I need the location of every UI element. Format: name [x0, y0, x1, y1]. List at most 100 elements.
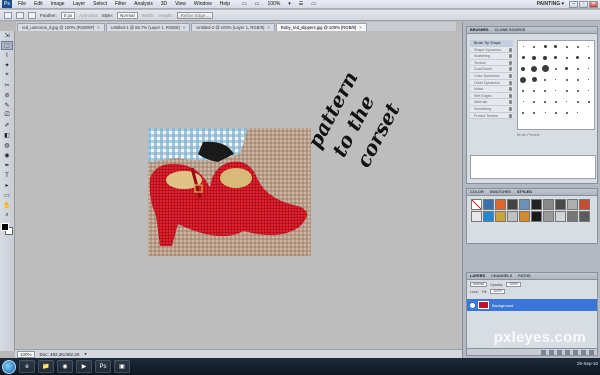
menu-help[interactable]: Help — [216, 0, 234, 9]
tab-paths[interactable]: PATHS — [518, 274, 530, 278]
dodge-tool-icon[interactable]: ◉ — [1, 151, 13, 160]
brush-setting-item[interactable]: Brush Tip Shape — [470, 40, 513, 47]
start-button[interactable] — [2, 359, 16, 374]
layer-style-icon[interactable] — [549, 349, 554, 355]
style-swatch[interactable] — [495, 199, 506, 210]
brush-tip-preset[interactable] — [565, 111, 568, 114]
close-icon[interactable]: × — [359, 25, 361, 30]
tab-channels[interactable]: CHANNELS — [491, 274, 512, 278]
clone-stamp-tool-icon[interactable]: ⎚ — [1, 111, 13, 120]
style-swatch[interactable] — [567, 199, 578, 210]
workspace-switcher[interactable]: PAINTING ▾ — [537, 0, 564, 9]
brush-tip-preset[interactable] — [576, 100, 579, 103]
launch-bridge-icon[interactable]: ▭ — [238, 0, 251, 9]
adjustment-layer-icon[interactable] — [565, 349, 570, 355]
zoom-dropdown-icon[interactable]: ▾ — [284, 0, 295, 9]
style-swatch[interactable] — [543, 211, 554, 222]
brush-setting-item[interactable]: Texture — [470, 59, 513, 67]
minimize-button[interactable]: – — [569, 1, 578, 8]
brush-setting-item[interactable]: Airbrush — [470, 99, 513, 106]
brush-tip-preset[interactable] — [532, 55, 537, 60]
eye-icon[interactable] — [470, 302, 475, 308]
brush-tip-preset[interactable] — [576, 56, 580, 59]
feather-input[interactable]: 0 px — [60, 11, 76, 19]
blend-mode-select[interactable]: Normal — [470, 282, 487, 287]
antialias-checkbox[interactable]: Anti-alias — [79, 10, 98, 21]
brush-tip-preset[interactable] — [576, 78, 579, 81]
brush-tip-preset[interactable] — [588, 68, 590, 69]
photoshop-task-icon[interactable]: Ps — [95, 360, 111, 373]
menu-layer[interactable]: Layer — [69, 0, 90, 9]
style-swatch[interactable] — [579, 199, 590, 210]
link-layers-icon[interactable] — [541, 349, 546, 355]
browser-icon[interactable]: e — [19, 360, 35, 373]
brush-setting-item[interactable]: Shape Dynamics — [470, 46, 513, 54]
brush-tip-preset[interactable] — [543, 45, 547, 48]
brush-tip-preset[interactable] — [522, 46, 524, 47]
brush-setting-item[interactable]: Scattering — [470, 53, 513, 60]
add-selection-icon[interactable] — [28, 11, 36, 19]
brush-setting-item[interactable]: Wet Edges — [470, 92, 513, 100]
tool-preset-icon[interactable] — [4, 11, 12, 19]
brush-tip-preset[interactable] — [520, 76, 527, 83]
path-selection-tool-icon[interactable]: ▸ — [1, 181, 13, 190]
brush-tip-preset[interactable] — [544, 89, 547, 92]
tab-document-3[interactable]: Untitled-2 @ 100% (Layer 1, RGB/8) × — [191, 23, 275, 31]
brush-setting-item[interactable]: Dual Brush — [470, 66, 513, 73]
brush-tip-preset[interactable] — [554, 100, 557, 103]
opacity-input[interactable]: 100% — [506, 282, 521, 287]
style-swatch[interactable] — [567, 211, 578, 222]
brush-tip-preset[interactable] — [533, 100, 536, 103]
screen-mode-icon[interactable]: ▭ — [307, 0, 320, 9]
brush-tip-preset[interactable] — [533, 89, 536, 92]
layer-mask-icon[interactable] — [557, 349, 562, 355]
brush-tip-preset[interactable] — [533, 111, 536, 114]
menu-select[interactable]: Select — [89, 0, 111, 9]
menu-view[interactable]: View — [171, 0, 190, 9]
tab-document-1[interactable]: red_unmoros_d.jpg @ 100% (RGB/8#) × — [17, 23, 105, 31]
shape-tool-icon[interactable]: ▭ — [1, 191, 13, 200]
brush-tip-preset[interactable] — [565, 78, 568, 81]
style-swatch[interactable] — [543, 199, 554, 210]
new-group-icon[interactable] — [573, 349, 578, 355]
close-icon[interactable]: × — [183, 25, 185, 30]
window-task-icon[interactable]: ▣ — [114, 360, 130, 373]
style-select[interactable]: Normal — [117, 11, 138, 19]
tab-document-2[interactable]: Untitled-1 @ 66.7% (Layer 1, RGB/8) × — [105, 23, 191, 31]
firefox-icon[interactable]: ◉ — [57, 360, 73, 373]
fill-input[interactable]: 100% — [490, 289, 505, 294]
new-selection-icon[interactable] — [16, 11, 24, 19]
maximize-button[interactable]: ▫ — [579, 1, 588, 8]
brush-tip-preset[interactable] — [565, 89, 568, 92]
tab-swatches[interactable]: SWATCHES — [490, 190, 511, 194]
pen-tool-icon[interactable]: ✒ — [1, 161, 13, 170]
style-swatch[interactable] — [519, 211, 530, 222]
brush-tip-preset[interactable] — [587, 56, 590, 59]
style-swatch[interactable] — [483, 211, 494, 222]
brush-tip-preset[interactable] — [576, 45, 579, 48]
tab-brushes[interactable]: BRUSHES — [470, 28, 489, 32]
history-brush-tool-icon[interactable]: ✐ — [1, 121, 13, 130]
close-icon[interactable]: × — [97, 25, 99, 30]
slice-tool-icon[interactable]: ✂ — [1, 81, 13, 90]
brush-tip-preset[interactable] — [588, 79, 590, 80]
zoom-input[interactable]: 100% — [17, 350, 35, 358]
brush-tip-grid[interactable] — [517, 40, 595, 130]
brush-tip-preset[interactable] — [522, 111, 525, 114]
tab-color[interactable]: COLOR — [470, 190, 484, 194]
foreground-color-swatch[interactable] — [1, 223, 9, 231]
brush-tip-preset[interactable] — [541, 65, 549, 72]
brush-setting-item[interactable]: Protect Texture — [470, 112, 513, 120]
brush-tip-preset[interactable] — [554, 45, 558, 48]
hand-tool-icon[interactable]: ✋ — [1, 201, 13, 210]
close-button[interactable]: ✕ — [589, 1, 598, 8]
brush-tip-preset[interactable] — [522, 101, 524, 102]
eraser-tool-icon[interactable]: ◧ — [1, 131, 13, 140]
brush-tip-preset[interactable] — [554, 67, 557, 70]
style-swatch[interactable] — [531, 211, 542, 222]
brush-tip-preset[interactable] — [531, 77, 537, 82]
tab-document-4[interactable]: Ruby_red_slippers.jpg @ 100% (RGB/8) × — [275, 23, 367, 31]
style-swatch[interactable] — [555, 199, 566, 210]
style-swatch[interactable] — [483, 199, 494, 210]
style-swatch[interactable] — [471, 211, 482, 222]
